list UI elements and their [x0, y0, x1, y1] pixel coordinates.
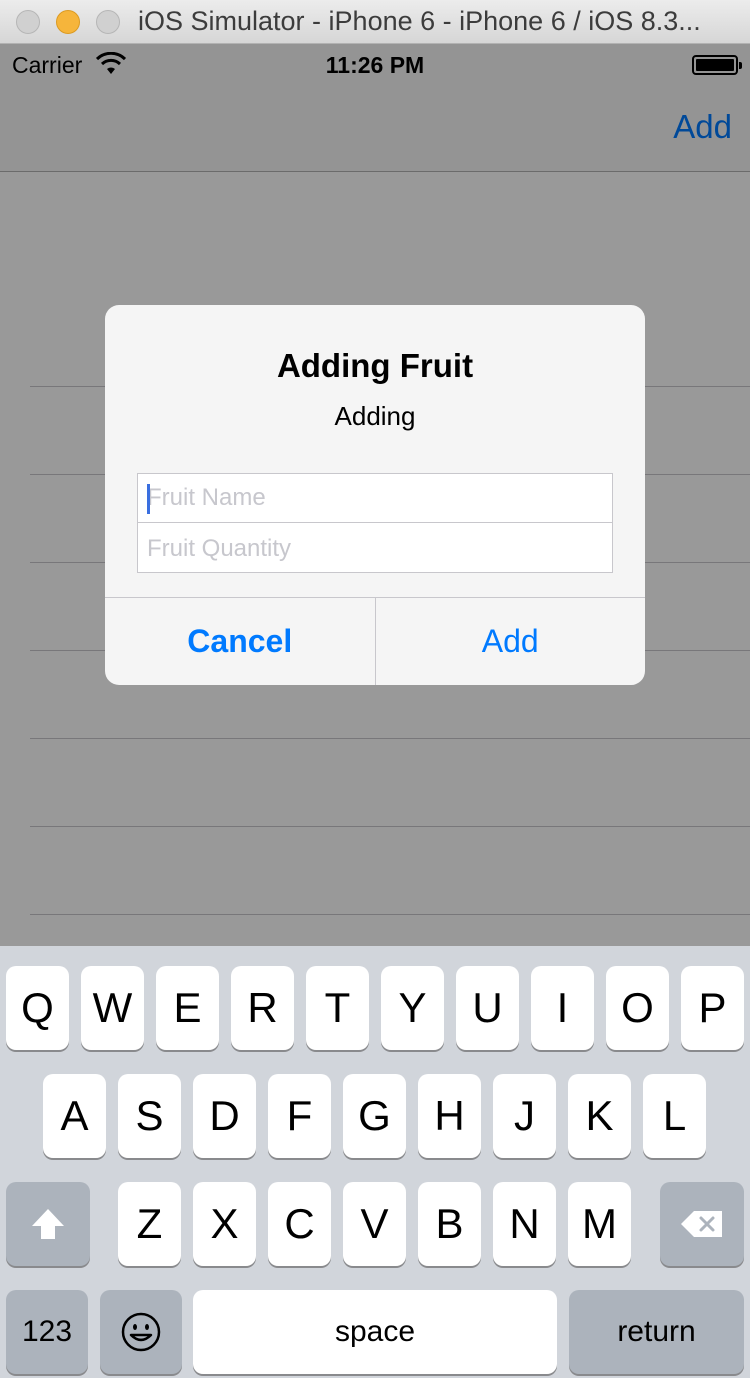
- key-f[interactable]: F: [268, 1074, 331, 1158]
- key-i[interactable]: I: [531, 966, 594, 1050]
- key-q[interactable]: Q: [6, 966, 69, 1050]
- window-zoom-button[interactable]: [96, 10, 120, 34]
- delete-icon: [681, 1211, 722, 1237]
- key-m[interactable]: M: [568, 1182, 631, 1266]
- cancel-button[interactable]: Cancel: [105, 598, 376, 685]
- keyboard: Q W E R T Y U I O P A S D F G H J K L Z …: [0, 946, 750, 1378]
- alert-message: Adding: [334, 401, 416, 431]
- key-l[interactable]: L: [643, 1074, 706, 1158]
- numbers-key[interactable]: 123: [6, 1290, 88, 1374]
- return-key[interactable]: return: [569, 1290, 744, 1374]
- alert-text-fields: [137, 473, 613, 573]
- window-title-bar: iOS Simulator - iPhone 6 - iPhone 6 / iO…: [0, 0, 750, 44]
- key-p[interactable]: P: [681, 966, 744, 1050]
- add-button[interactable]: Add: [376, 598, 646, 685]
- emoji-icon: [121, 1312, 161, 1352]
- key-r[interactable]: R: [231, 966, 294, 1050]
- key-s[interactable]: S: [118, 1074, 181, 1158]
- key-g[interactable]: G: [343, 1074, 406, 1158]
- key-h[interactable]: H: [418, 1074, 481, 1158]
- text-cursor: [147, 484, 150, 514]
- key-x[interactable]: X: [193, 1182, 256, 1266]
- device-screen: Carrier 11:26 PM Add Adding Fruit Adding…: [0, 44, 750, 1378]
- space-key[interactable]: space: [193, 1290, 557, 1374]
- key-w[interactable]: W: [81, 966, 144, 1050]
- key-a[interactable]: A: [43, 1074, 106, 1158]
- key-z[interactable]: Z: [118, 1182, 181, 1266]
- shift-icon: [32, 1209, 64, 1239]
- key-b[interactable]: B: [418, 1182, 481, 1266]
- key-d[interactable]: D: [193, 1074, 256, 1158]
- key-y[interactable]: Y: [381, 966, 444, 1050]
- fruit-quantity-field[interactable]: [138, 524, 612, 573]
- fruit-name-field[interactable]: [138, 474, 612, 523]
- shift-key[interactable]: [6, 1182, 90, 1266]
- key-t[interactable]: T: [306, 966, 369, 1050]
- emoji-key[interactable]: [100, 1290, 182, 1374]
- key-j[interactable]: J: [493, 1074, 556, 1158]
- delete-key[interactable]: [660, 1182, 744, 1266]
- key-e[interactable]: E: [156, 966, 219, 1050]
- key-v[interactable]: V: [343, 1182, 406, 1266]
- key-u[interactable]: U: [456, 966, 519, 1050]
- key-n[interactable]: N: [493, 1182, 556, 1266]
- alert-title: Adding Fruit: [276, 347, 474, 384]
- alert-button-row: Cancel Add: [105, 597, 645, 685]
- window-minimize-button[interactable]: [56, 10, 80, 34]
- window-title: iOS Simulator - iPhone 6 - iPhone 6 / iO…: [138, 6, 701, 36]
- key-k[interactable]: K: [568, 1074, 631, 1158]
- add-fruit-alert: Adding Fruit Adding Cancel Add: [105, 305, 645, 685]
- window-close-button[interactable]: [16, 10, 40, 34]
- key-c[interactable]: C: [268, 1182, 331, 1266]
- key-o[interactable]: O: [606, 966, 669, 1050]
